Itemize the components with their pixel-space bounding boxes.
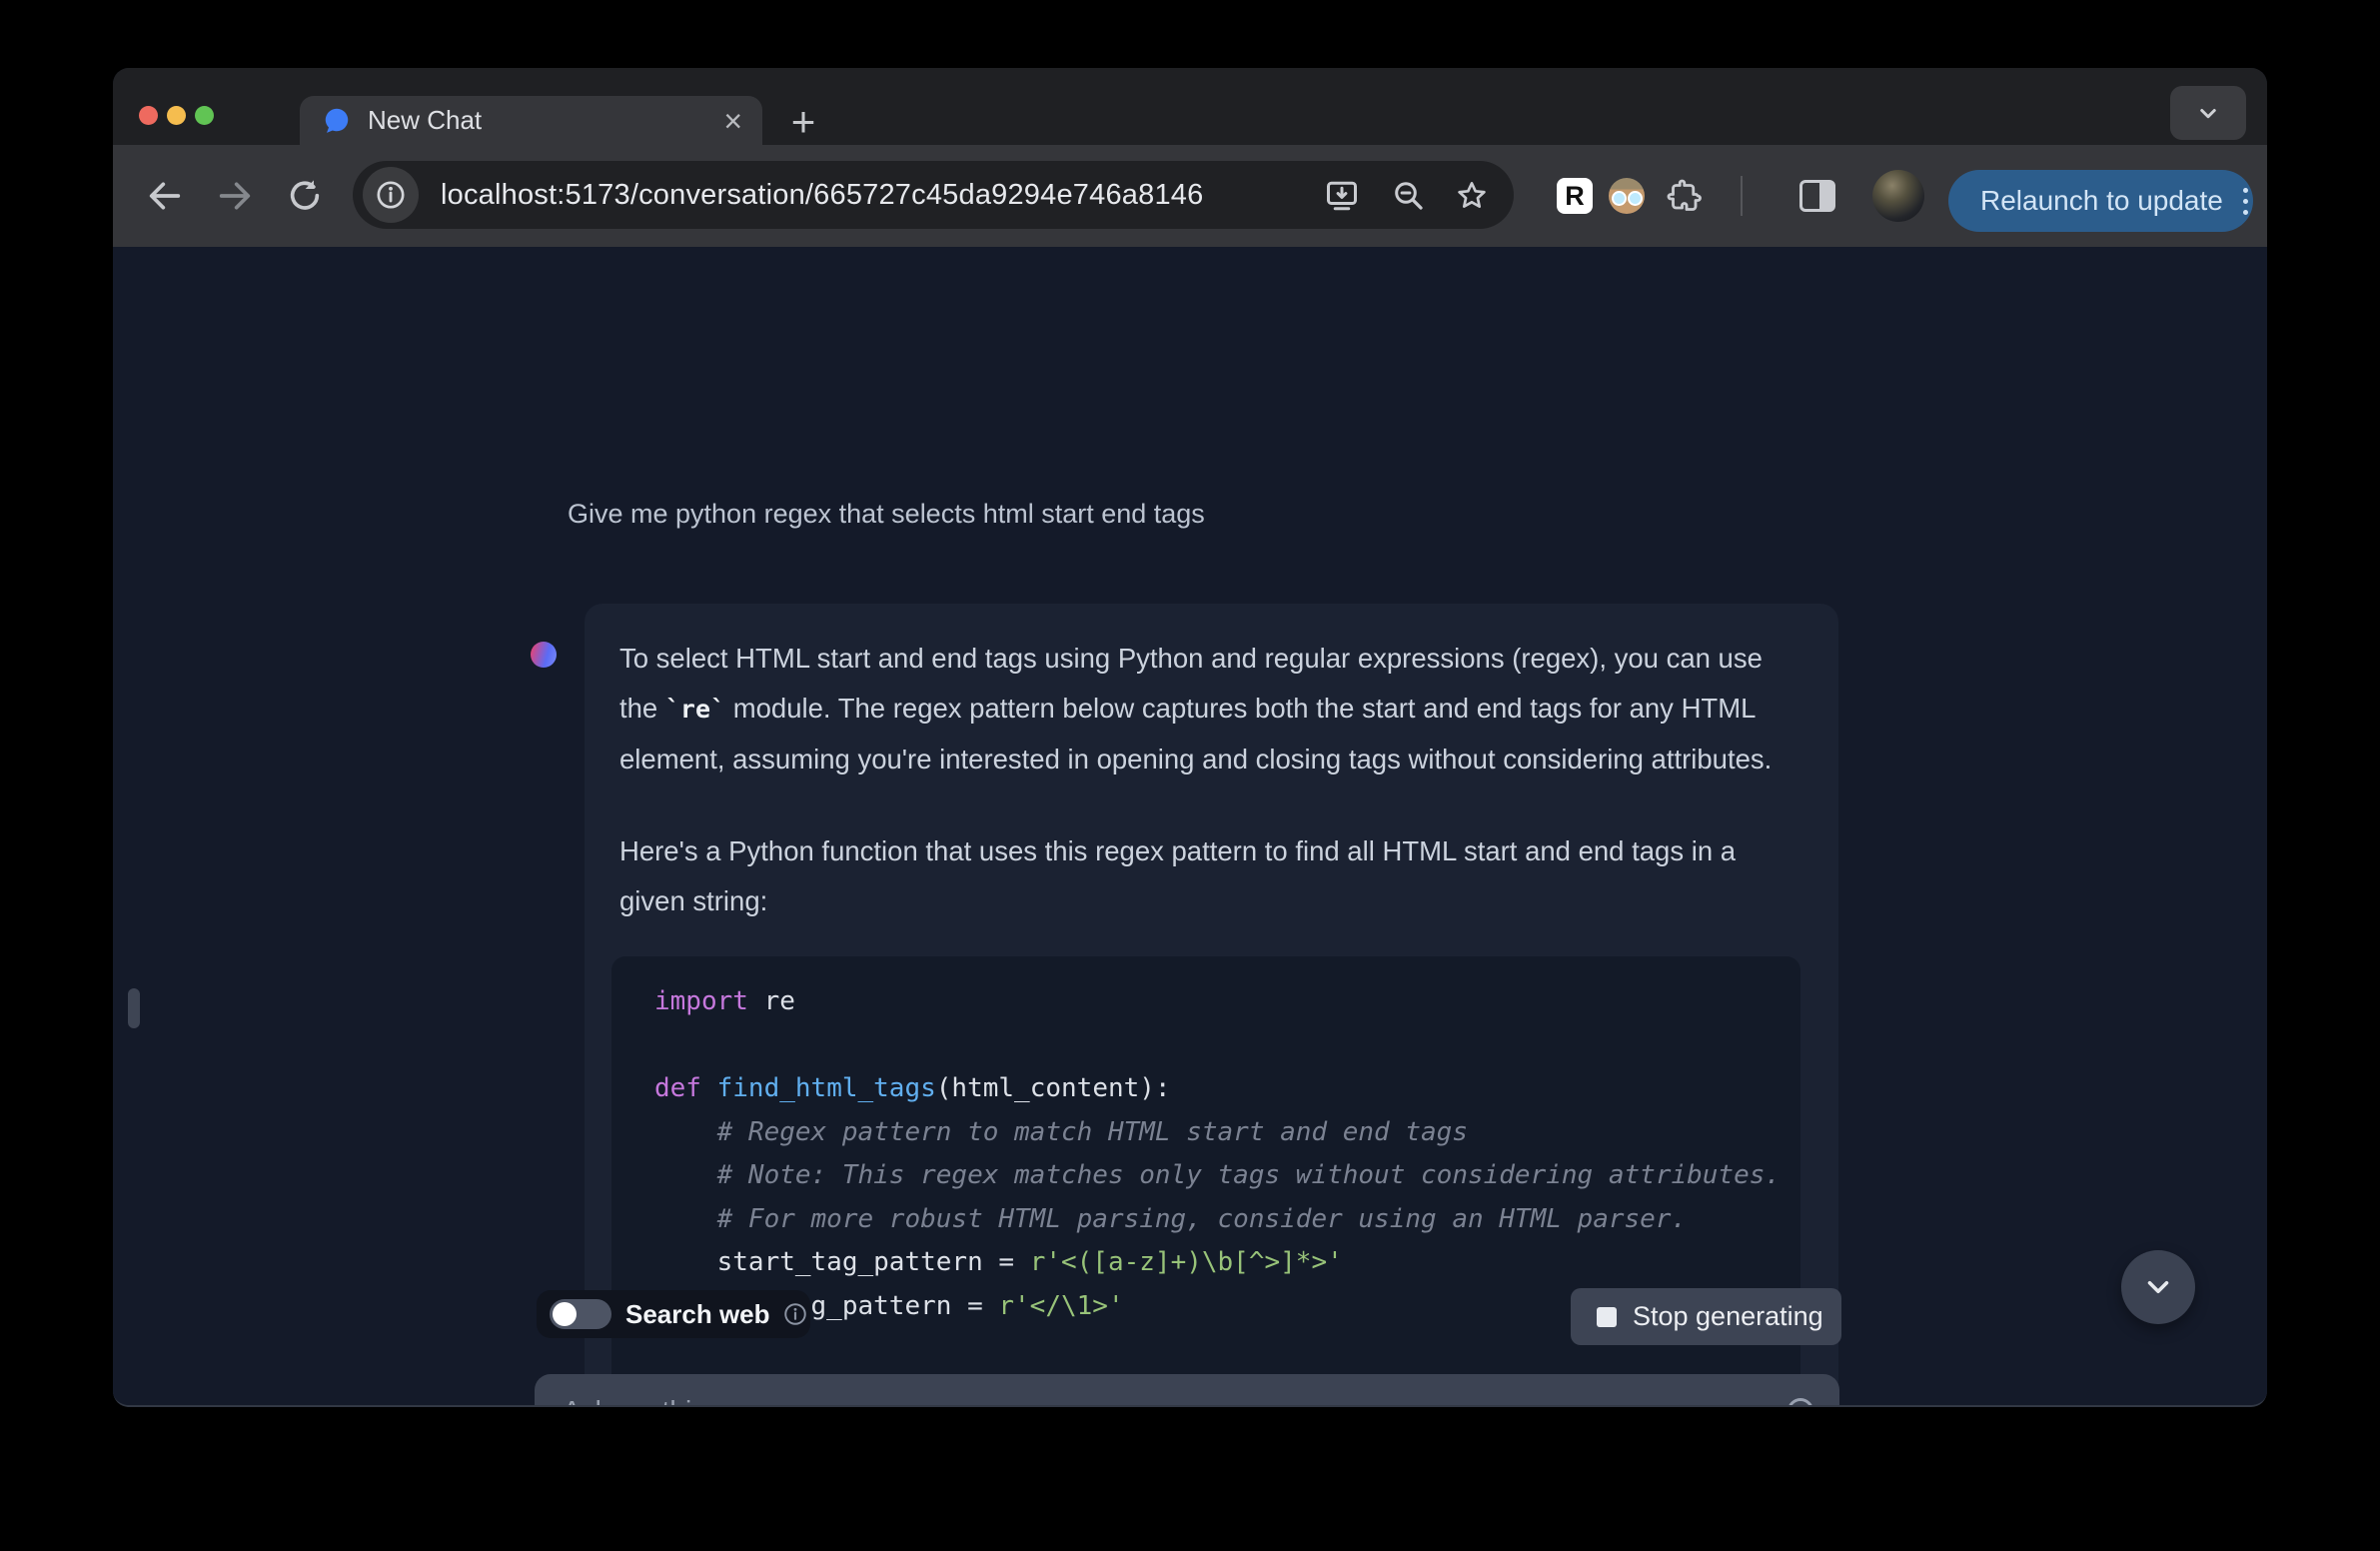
message-input-bar[interactable] — [535, 1374, 1839, 1407]
user-message: Give me python regex that selects html s… — [568, 499, 1205, 530]
browser-window: New Chat × + — [113, 68, 2267, 1407]
chevron-down-icon — [2140, 1269, 2176, 1305]
kebab-menu-icon[interactable] — [2243, 188, 2248, 215]
stop-icon — [1597, 1307, 1617, 1327]
search-web-label: Search web — [625, 1299, 770, 1330]
chat-bubble-favicon-icon — [322, 106, 352, 136]
stop-generating-button[interactable]: Stop generating — [1571, 1288, 1841, 1345]
scroll-to-bottom-button[interactable] — [2121, 1250, 2195, 1324]
code-line: # Note: This regex matches only tags wit… — [654, 1154, 1800, 1198]
reload-icon[interactable] — [285, 176, 325, 216]
ask-anything-input[interactable] — [563, 1395, 1787, 1408]
toolbar-separator — [1741, 176, 1743, 216]
tab-title: New Chat — [368, 105, 723, 136]
chat-page: Give me python regex that selects html s… — [113, 247, 2267, 1405]
minimize-window-button[interactable] — [167, 106, 186, 125]
relaunch-label: Relaunch to update — [1980, 185, 2223, 217]
loading-spinner-icon — [1787, 1398, 1813, 1408]
code-line: # Regex pattern to match HTML start and … — [654, 1111, 1800, 1155]
toggle-knob — [553, 1302, 577, 1326]
bookmark-star-icon[interactable] — [1454, 178, 1490, 214]
close-window-button[interactable] — [139, 106, 158, 125]
maximize-window-button[interactable] — [195, 106, 214, 125]
install-app-icon[interactable] — [1324, 178, 1360, 214]
assistant-message-card: To select HTML start and end tags using … — [585, 604, 1838, 1407]
code-line: def find_html_tags(html_content): — [654, 1067, 1800, 1111]
search-web-control: Search web — [537, 1290, 810, 1338]
search-web-toggle[interactable] — [550, 1299, 611, 1329]
tab-close-icon[interactable]: × — [723, 105, 742, 137]
url-text: localhost:5173/conversation/665727c45da9… — [441, 179, 1203, 212]
side-panel-icon[interactable] — [1799, 180, 1835, 212]
chevron-down-icon — [2193, 98, 2223, 128]
assistant-paragraph-1: To select HTML start and end tags using … — [619, 634, 1800, 784]
info-icon — [374, 178, 408, 212]
stop-generating-label: Stop generating — [1633, 1301, 1823, 1332]
profile-avatar[interactable] — [1872, 170, 1924, 222]
code-line: # For more robust HTML parsing, consider… — [654, 1198, 1800, 1242]
new-tab-button[interactable]: + — [780, 100, 826, 144]
left-scrollbar-thumb[interactable] — [128, 988, 140, 1028]
tab-new-chat[interactable]: New Chat × — [300, 96, 762, 145]
site-info-button[interactable] — [363, 167, 419, 223]
code-line — [654, 1024, 1800, 1068]
tab-list-chevron-button[interactable] — [2170, 86, 2246, 140]
browser-toolbar: localhost:5173/conversation/665727c45da9… — [113, 145, 2267, 247]
relaunch-to-update-button[interactable]: Relaunch to update — [1948, 170, 2253, 232]
extensions-puzzle-icon[interactable] — [1666, 178, 1702, 214]
zoom-icon[interactable] — [1391, 178, 1427, 214]
tab-strip: New Chat × + — [113, 68, 2267, 145]
search-web-info-icon[interactable] — [782, 1301, 808, 1327]
back-icon[interactable] — [145, 176, 185, 216]
code-line: start_tag_pattern = r'<([a-z]+)\b[^>]*>' — [654, 1241, 1800, 1285]
forward-icon[interactable] — [215, 176, 255, 216]
code-line: import re — [654, 980, 1800, 1024]
assistant-paragraph-2: Here's a Python function that uses this … — [619, 826, 1800, 926]
extension-face-icon[interactable] — [1609, 178, 1645, 214]
assistant-avatar — [531, 642, 557, 668]
extension-r-icon[interactable]: R — [1557, 178, 1593, 214]
